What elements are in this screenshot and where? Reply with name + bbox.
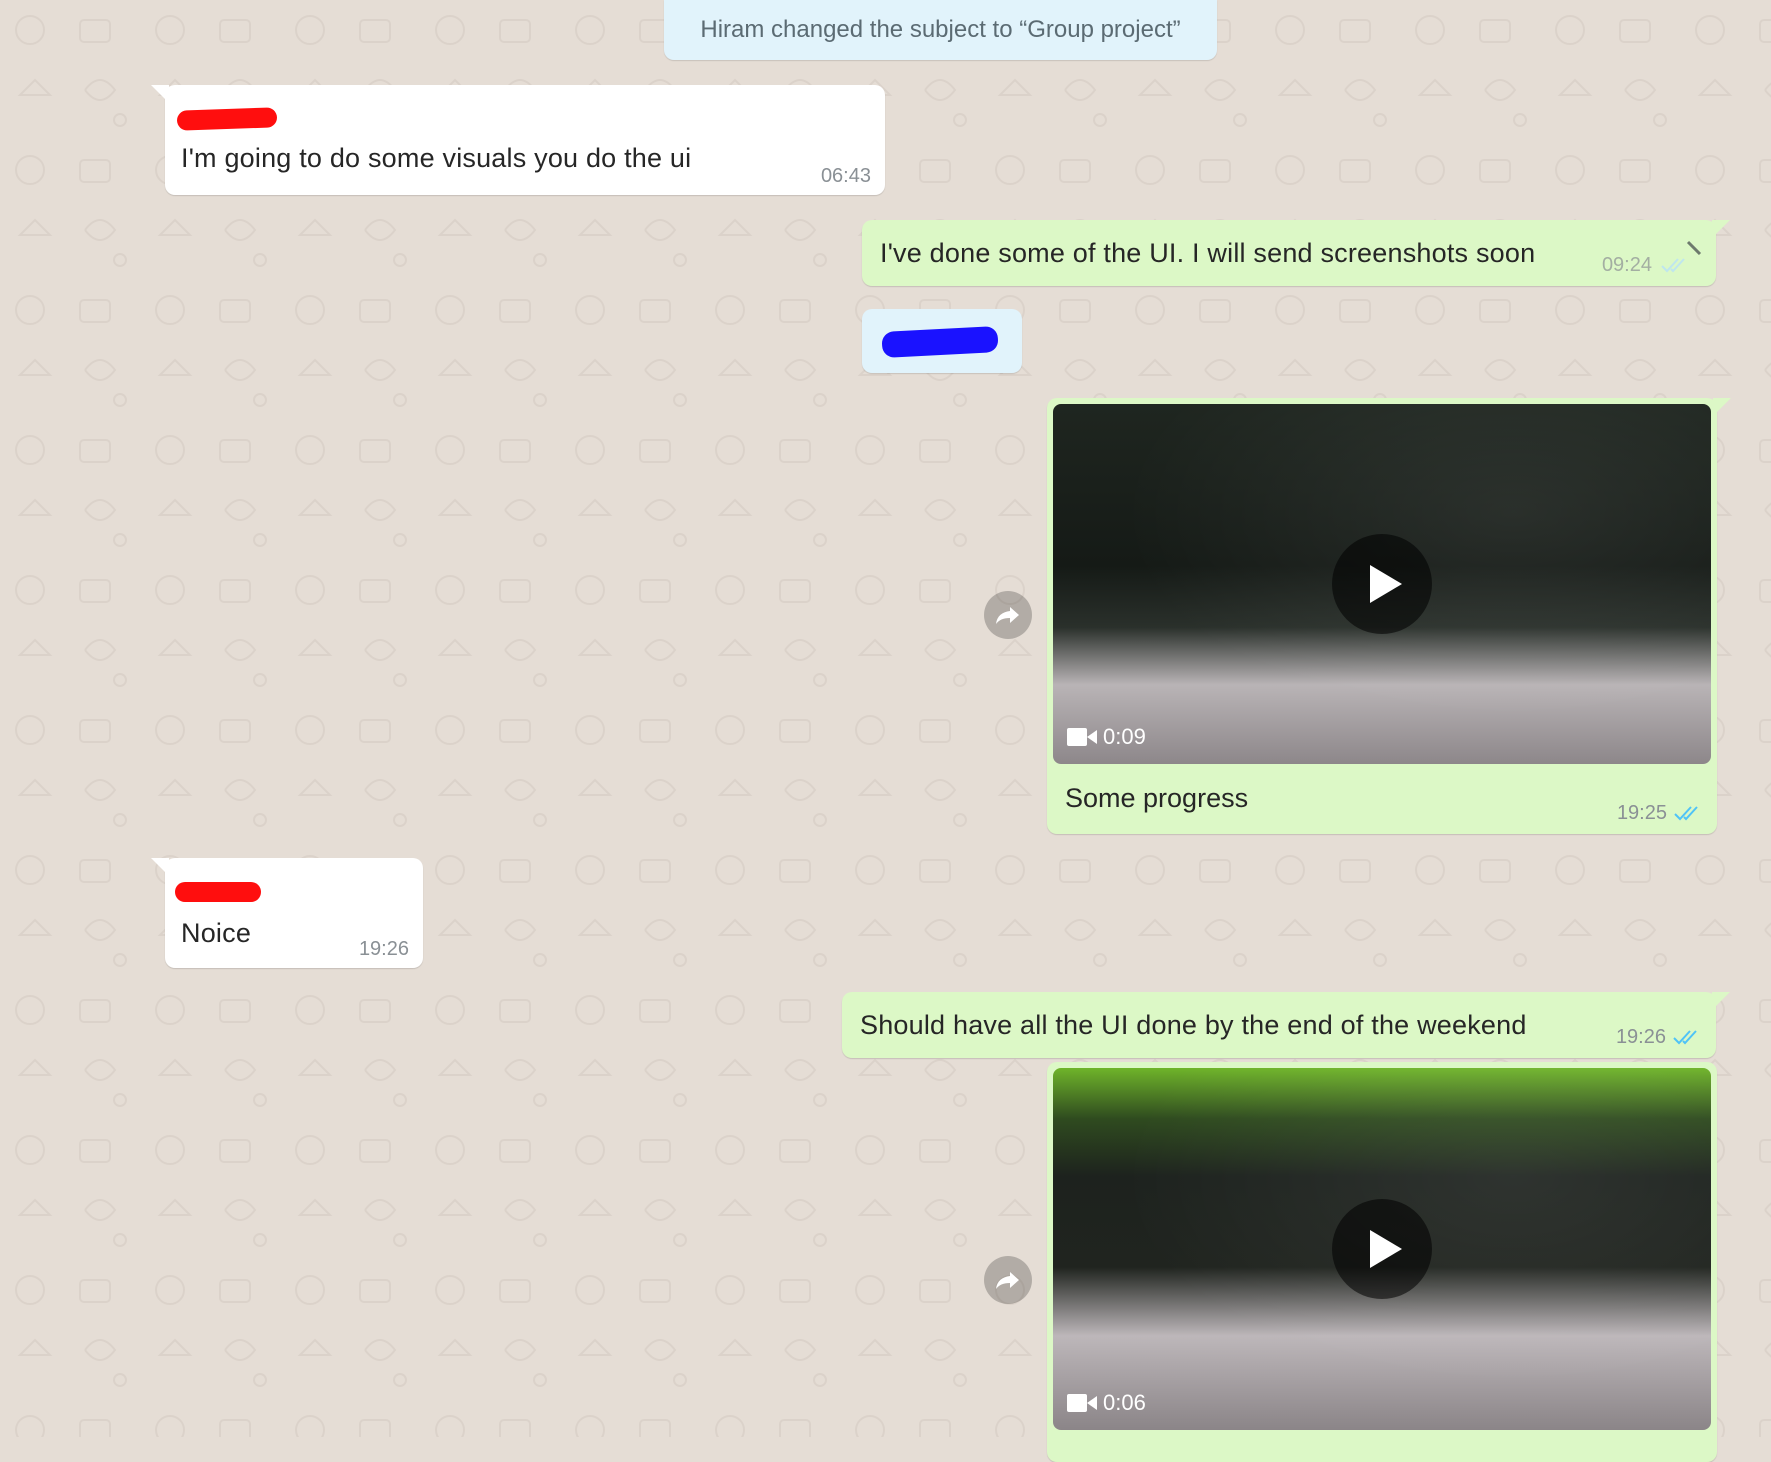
message-time: 06:43 [820,165,871,187]
message-time: 09:24 [1601,254,1652,276]
message-text: I'm going to do some visuals you do the … [181,143,692,173]
double-check-icon [1673,1030,1697,1045]
message-time: 19:25 [1616,802,1667,824]
play-icon[interactable] [1332,534,1432,634]
sender-name-redacted [176,107,278,131]
message-text: Should have all the UI done by the end o… [860,1010,1527,1040]
redaction-mark [881,325,999,359]
double-check-icon [1674,806,1698,821]
message-time: 19:26 [358,938,409,960]
video-caption: Some progress [1065,783,1249,813]
video-thumbnail[interactable]: 0:09 [1053,404,1711,764]
forward-button[interactable] [984,1256,1032,1304]
message-text: I've done some of the UI. I will send sc… [880,238,1536,268]
outgoing-video-message[interactable]: 0:09 Some progress 19:25 [1047,398,1731,834]
chat-area[interactable]: Hiram changed the subject to “Group proj… [0,0,1771,1462]
video-duration: 0:06 [1067,1390,1146,1416]
message-time: 19:26 [1615,1026,1666,1048]
forward-button[interactable] [984,591,1032,639]
forward-arrow-icon [996,1272,1019,1289]
chevron-down-icon[interactable] [1684,238,1706,260]
play-icon[interactable] [1332,1199,1432,1299]
redacted-date-chip [862,309,1022,373]
system-notice: Hiram changed the subject to “Group proj… [664,0,1217,60]
outgoing-message[interactable]: Should have all the UI done by the end o… [842,992,1730,1058]
outgoing-video-message[interactable]: 0:06 [1047,1062,1717,1462]
video-thumbnail[interactable]: 0:06 [1053,1068,1711,1430]
incoming-message[interactable]: I'm going to do some visuals you do the … [151,85,885,195]
message-text: Noice [181,918,252,948]
forward-arrow-icon [996,607,1019,624]
duration-text: 0:06 [1103,1390,1146,1415]
video-duration: 0:09 [1067,724,1146,750]
outgoing-message[interactable]: I've done some of the UI. I will send sc… [862,220,1730,286]
duration-text: 0:09 [1103,724,1146,749]
video-camera-icon [1067,727,1097,747]
video-camera-icon [1067,1393,1097,1413]
incoming-message[interactable]: Noice 19:26 [151,858,423,968]
sender-name-redacted [175,882,261,902]
